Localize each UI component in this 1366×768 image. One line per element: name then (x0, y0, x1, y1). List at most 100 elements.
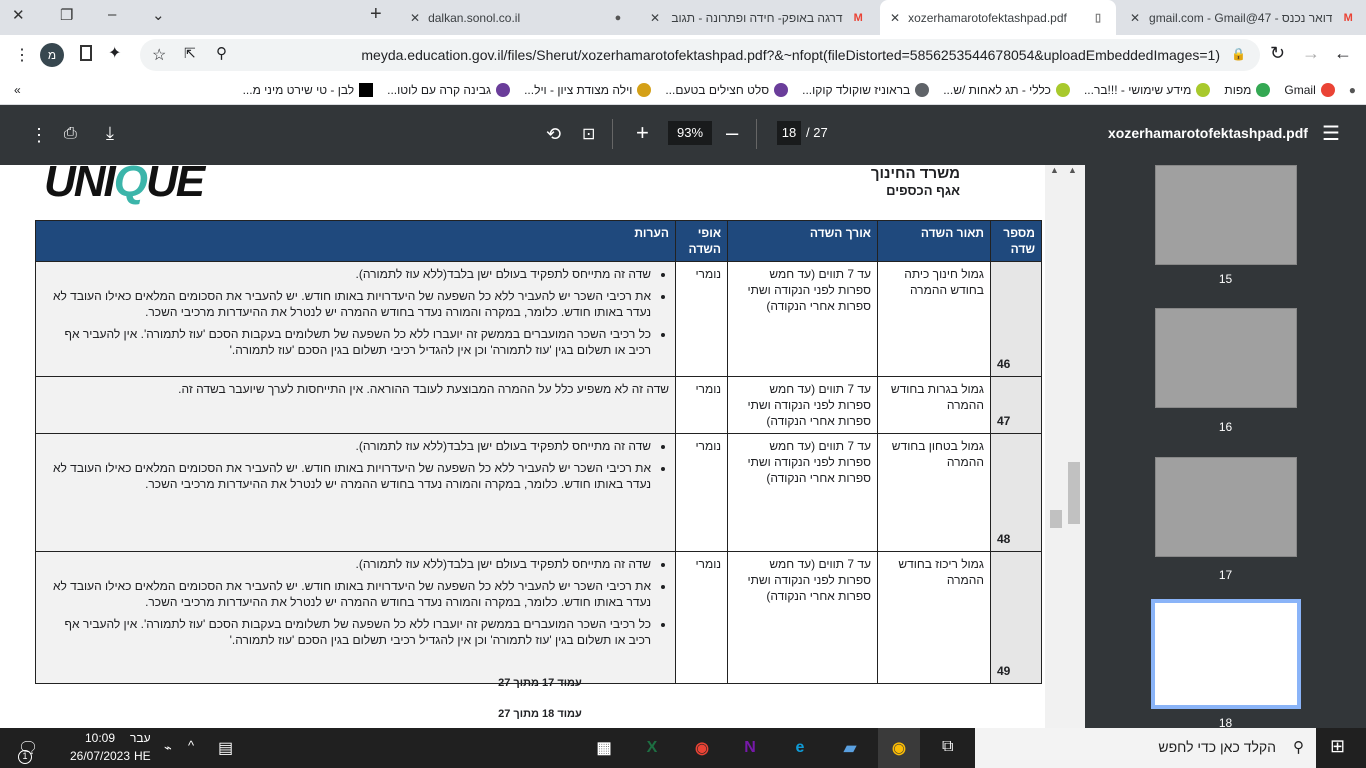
tab-title: dalkan.sonol.co.il (428, 10, 521, 25)
download-icon[interactable]: ⤓ (106, 123, 114, 144)
more-bookmarks-button[interactable]: » (14, 83, 21, 97)
lock-icon[interactable]: 🔒 (1231, 47, 1246, 61)
extensions-icon[interactable]: ✦ (108, 43, 121, 63)
page-thumbnail[interactable] (1155, 457, 1297, 557)
profile-avatar[interactable]: מ (40, 43, 64, 67)
tab-dalkan[interactable]: ● dalkan.sonol.co.il ✕ (400, 0, 636, 35)
url-text[interactable]: meyda.education.gov.il/files/Sherut/xoze… (361, 47, 1220, 63)
scrollbar-thumb[interactable] (1050, 510, 1062, 528)
tab-search-chevron-icon[interactable]: ⌄ (152, 6, 165, 24)
taskbar-search-box[interactable]: ⚲ הקלד כאן כדי לחפש (975, 728, 1316, 768)
hamburger-menu-icon[interactable]: ☰ (1322, 121, 1340, 146)
scrollbar[interactable]: ▲ ▲ (1045, 165, 1085, 728)
table-row: 47 גמול בגרות בחודש ההמרה עד 7 תווים (עד… (35, 376, 1042, 434)
thumbnail-label: 17 (1218, 568, 1233, 582)
windows-start-icon[interactable]: ⊞ (1330, 736, 1345, 757)
onenote-icon[interactable]: N (734, 732, 766, 764)
page-thumbnail-selected[interactable] (1151, 599, 1301, 709)
folder-icon (1196, 82, 1211, 97)
bookmark[interactable]: גבינה קרה עם לוטו... (387, 82, 511, 97)
thumbnail-label: 15 (1218, 272, 1233, 286)
maps-pin-icon (1256, 82, 1271, 97)
chrome-profile-icon[interactable]: ◉ (878, 728, 920, 768)
gmail-icon (1320, 82, 1335, 97)
scrollbar-thumb[interactable] (1068, 462, 1080, 524)
rotate-icon[interactable]: ⟲ (546, 124, 561, 145)
heart-icon (496, 82, 511, 97)
page-number-input[interactable]: 18 (777, 121, 801, 145)
network-icon[interactable]: ⌁ (164, 740, 172, 756)
fit-page-icon[interactable]: ⊡ (582, 124, 595, 144)
bookmark[interactable]: Gmail (1284, 82, 1335, 97)
field-notes: שדה זה לא משפיע כלל על ההמרה המבוצעת לעו… (35, 376, 676, 434)
tab-gmail-riddle[interactable]: M דרגה באופק- חידה ופתרונה - תגוב ✕ (640, 0, 876, 35)
v-logo-icon (637, 82, 652, 97)
new-tab-button[interactable]: + (370, 3, 382, 26)
pdf-filename: xozerhamarotofektashpad.pdf (1108, 125, 1308, 141)
scroll-up-icon[interactable]: ▲ (1050, 165, 1059, 175)
bookmark[interactable]: מפות (1224, 82, 1271, 97)
omnibox[interactable]: ☆ ⇱ ⚲ meyda.education.gov.il/files/Sheru… (140, 39, 1260, 71)
tab-title: דואר נכנס - 47@gmail.com - Gmail (1149, 10, 1333, 25)
bookmark[interactable]: כללי - תג לאחות /ש... (943, 82, 1070, 97)
bookmark-star-icon[interactable]: ☆ (152, 45, 166, 65)
note: שדה זה מתייחס לתפקיד בעולם ישן בלבד(ללא … (42, 266, 651, 282)
menu-kebab-icon[interactable]: ⋮ (14, 45, 30, 65)
zoom-in-button[interactable]: + (636, 120, 649, 146)
field-length: עד 7 תווים (עד חמש ספרות לפני הנקודה ושת… (727, 261, 878, 377)
calculator-icon[interactable]: ▦ (588, 732, 620, 764)
field-number: 46 (990, 261, 1042, 377)
table-row: 46 גמול חינוך כיתה בחודש ההמרה עד 7 תווי… (35, 261, 1042, 377)
clock-date[interactable]: 26/07/2023 (56, 749, 144, 763)
back-icon[interactable]: ← (1334, 43, 1352, 64)
print-icon[interactable]: ⎙ (64, 125, 77, 143)
news-widget-icon[interactable]: ▤ (218, 738, 233, 758)
reload-icon[interactable]: ↻ (1270, 43, 1285, 64)
bookmark[interactable]: לבן - טי שירט מיני מ... (243, 82, 374, 97)
language-code[interactable]: HE (134, 749, 151, 763)
bookmark-label: סלט חצילים בטעם... (665, 82, 770, 97)
forward-icon[interactable]: → (1302, 43, 1320, 64)
bookmark[interactable]: בראוניז שוקולד קוקו... (802, 82, 930, 97)
zoom-out-button[interactable]: – (726, 120, 738, 146)
tab-gmail[interactable]: M דואר נכנס - 47@gmail.com - Gmail ✕ (1120, 0, 1366, 35)
show-hidden-icons-chevron[interactable]: ^ (188, 738, 194, 753)
page-total: / 27 (806, 125, 828, 140)
close-tab-icon[interactable]: ✕ (650, 11, 660, 25)
globe-icon[interactable]: ● (1349, 83, 1356, 97)
zoom-lens-icon[interactable]: ⚲ (216, 44, 227, 62)
zoom-level-input[interactable]: 93% (668, 121, 712, 145)
task-view-icon[interactable]: ⧉ (942, 738, 953, 756)
page-thumbnail[interactable] (1155, 308, 1297, 408)
field-number: 49 (990, 551, 1042, 684)
edge-icon[interactable]: e (784, 732, 816, 764)
scroll-up-icon[interactable]: ▲ (1068, 165, 1077, 175)
file-manager-icon[interactable]: ▰ (834, 732, 866, 764)
share-icon[interactable]: ⇱ (184, 45, 196, 62)
close-window-icon[interactable]: ✕ (12, 6, 25, 24)
divider (756, 119, 757, 149)
restore-window-icon[interactable]: ❐ (60, 6, 73, 24)
close-tab-icon[interactable]: ✕ (1130, 11, 1140, 25)
globe-icon: ● (614, 11, 622, 24)
toolbar: ⋮ מ ✦ ☆ ⇱ ⚲ meyda.education.gov.il/files… (0, 35, 1366, 75)
document-icon: ▯ (1094, 12, 1102, 24)
close-tab-icon[interactable]: ✕ (890, 11, 900, 25)
brand-icon (359, 82, 374, 97)
bookmark[interactable]: מידע שימושי - !!!בר... (1084, 82, 1211, 97)
bookmark[interactable]: סלט חצילים בטעם... (665, 82, 789, 97)
chrome-icon[interactable]: ◉ (686, 732, 718, 764)
tab-pdf[interactable]: ▯ xozerhamarotofektashpad.pdf ✕ (880, 0, 1116, 35)
close-tab-icon[interactable]: ✕ (410, 11, 420, 25)
field-notes: שדה זה מתייחס לתפקיד בעולם ישן בלבד(ללא … (35, 551, 676, 684)
tab-strip: ✕ ❐ – ⌄ + M דואר נכנס - 47@gmail.com - G… (0, 0, 1366, 35)
excel-icon[interactable]: X (636, 732, 668, 764)
more-options-icon[interactable]: ⋮ (30, 125, 48, 146)
bookmark[interactable]: וילה מצודת ציון - ויל... (524, 82, 652, 97)
clock-time[interactable]: 10:09 (70, 731, 130, 745)
minimize-window-icon[interactable]: – (108, 6, 116, 23)
page-thumbnail[interactable] (1155, 165, 1297, 265)
side-panel-icon[interactable] (80, 45, 92, 61)
page-footer: עמוד 18 מתוך 27 (498, 708, 582, 720)
language-indicator[interactable]: עבר (130, 731, 151, 745)
